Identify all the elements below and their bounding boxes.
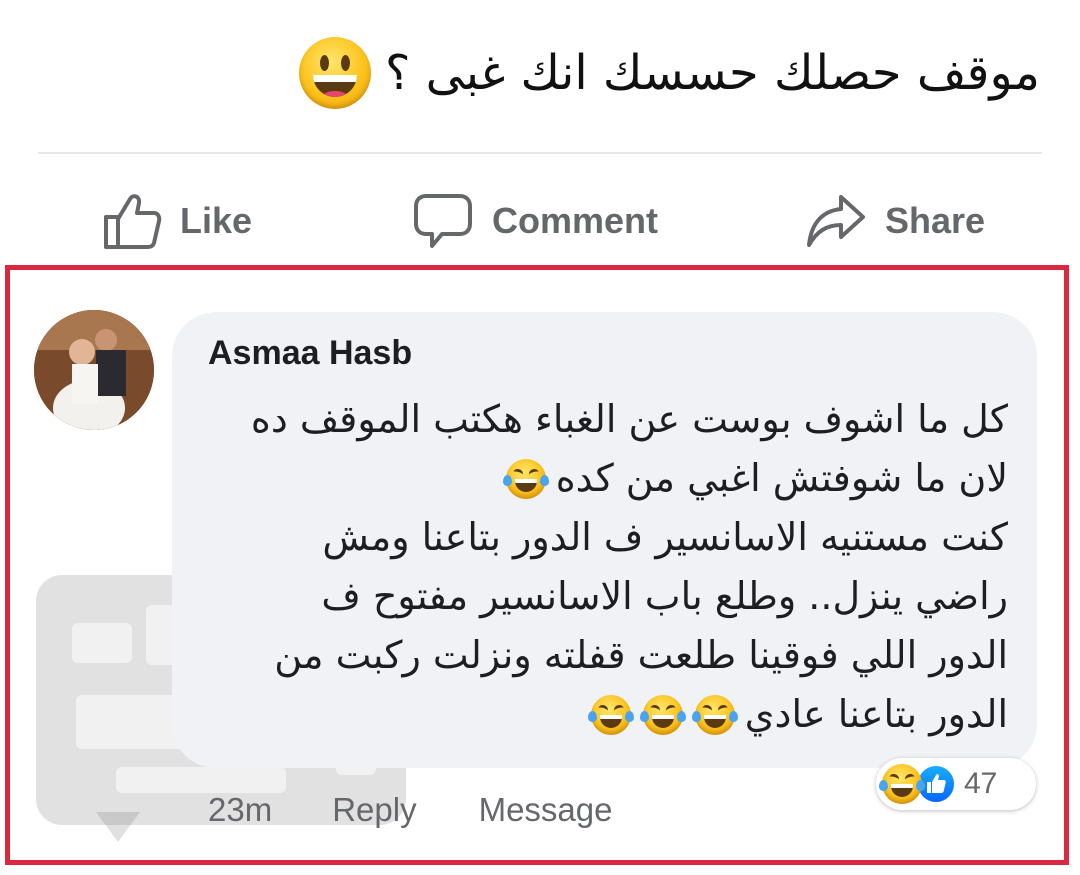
thumbs-up-icon <box>104 194 162 249</box>
comment-meta: 23m Reply Message <box>208 782 612 838</box>
comment-author-name[interactable]: Asmaa Hasb <box>208 334 412 373</box>
laughing-emoji-icon <box>587 694 634 735</box>
laughing-emoji-icon <box>879 764 925 804</box>
reaction-summary[interactable]: 47 <box>876 758 1036 810</box>
post-title-row: موقف حصلك حسسك انك غبى ؟ <box>90 28 1040 118</box>
watermark-tail <box>96 812 140 842</box>
post-title: موقف حصلك حسسك انك غبى ؟ <box>384 45 1040 101</box>
comment-line: الدور اللي فوقينا طلعت قفلته ونزلت ركبت … <box>274 633 1008 677</box>
like-label: Like <box>180 200 253 241</box>
share-button[interactable]: Share <box>805 186 985 256</box>
comment-text: كل ما اشوف بوست عن الغباء هكتب الموقف ده… <box>200 390 1008 744</box>
comment-button[interactable]: Comment <box>412 186 658 256</box>
reaction-count: 47 <box>964 767 998 800</box>
speech-bubble-icon <box>414 194 472 248</box>
share-arrow-icon <box>807 195 865 247</box>
laughing-emoji-icon <box>502 458 549 499</box>
divider <box>38 152 1042 154</box>
laughing-emoji-icon <box>691 694 738 735</box>
comment-label: Comment <box>492 200 659 241</box>
reply-link[interactable]: Reply <box>332 791 416 829</box>
comment-timestamp[interactable]: 23m <box>208 791 272 829</box>
laughing-emoji-icon <box>639 694 686 735</box>
like-button[interactable]: Like <box>100 186 252 256</box>
comment-line: الدور بتاعنا عادي <box>200 685 1008 744</box>
comment-line: كنت مستنيه الاسانسير ف الدور بتاعنا ومش <box>322 515 1008 559</box>
avatar-photo <box>34 310 154 430</box>
comment-line: راضي ينزل.. وطلع باب الاسانسير مفتوح ف <box>321 574 1008 618</box>
message-link[interactable]: Message <box>479 791 613 829</box>
avatar[interactable] <box>34 310 154 430</box>
comment-line: كل ما اشوف بوست عن الغباء هكتب الموقف ده <box>250 397 1008 441</box>
share-label: Share <box>885 200 986 241</box>
comment-line: لان ما شوفتش اغبي من كده <box>200 449 1008 508</box>
grinning-face-emoji-icon <box>298 37 371 109</box>
post-action-bar: Like Comment Share <box>0 178 1080 258</box>
